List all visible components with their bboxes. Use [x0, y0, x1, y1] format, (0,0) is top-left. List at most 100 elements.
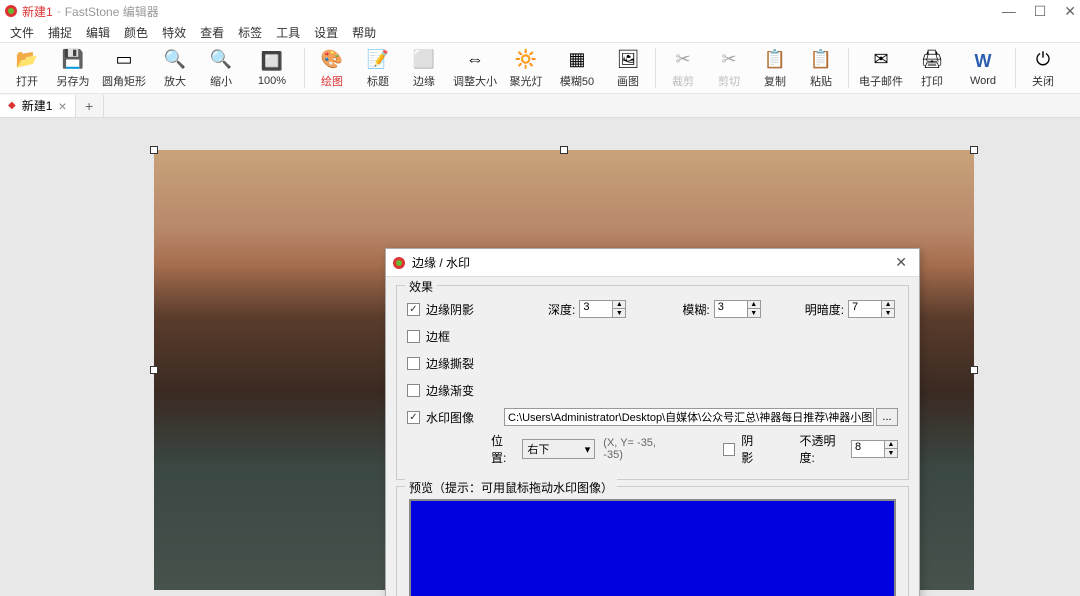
zoom-out-label: 缩小	[210, 73, 232, 89]
border-checkbox[interactable]	[407, 330, 420, 343]
spotlight-label: 聚光灯	[510, 73, 543, 89]
menu-帮助[interactable]: 帮助	[352, 24, 376, 41]
canvas[interactable]: 边缘 / 水印 ✕ 效果 ✓ 边缘阴影 深度: 3 ▲▼ 模糊: 3 ▲▼	[0, 118, 1080, 596]
depth-input[interactable]: 3	[579, 300, 613, 318]
app-icon	[4, 4, 18, 18]
resize-handle[interactable]	[560, 146, 568, 154]
menu-文件[interactable]: 文件	[10, 24, 34, 41]
menu-标签[interactable]: 标签	[238, 24, 262, 41]
toolbar-paint-button[interactable]: 🖼画图	[605, 44, 651, 92]
menu-查看[interactable]: 查看	[200, 24, 224, 41]
document-tab[interactable]: ◆ 新建1 ×	[0, 95, 76, 117]
tab-add-button[interactable]: +	[76, 95, 104, 117]
toolbar-copy-button[interactable]: 📋 复制	[752, 44, 798, 92]
dialog-icon	[392, 256, 406, 270]
resize-handle[interactable]	[150, 146, 158, 154]
brightness-up[interactable]: ▲	[882, 301, 894, 309]
xy-hint: (X, Y= -35, -35)	[603, 437, 673, 461]
email-label: 电子邮件	[859, 73, 903, 89]
preview-canvas[interactable]: 神	[409, 499, 896, 596]
toolbar-cut-button: ✂ 剪切	[706, 44, 752, 92]
toolbar-separator	[655, 48, 656, 88]
cut-icon: ✂	[717, 47, 741, 71]
blur-up[interactable]: ▲	[748, 301, 760, 309]
crop-icon: ✂	[671, 47, 695, 71]
word-icon: W	[971, 49, 995, 73]
app-name: FastStone 编辑器	[65, 3, 159, 20]
opacity-up[interactable]: ▲	[885, 441, 897, 449]
close-button[interactable]: ✕	[1064, 3, 1076, 20]
toolbar-zoom-in-button[interactable]: 🔍放大	[152, 44, 198, 92]
blur-down[interactable]: ▼	[748, 309, 760, 317]
rounded-rect-label: 圆角矩形	[102, 73, 146, 89]
resize-handle[interactable]	[150, 366, 158, 374]
preview-fieldset: 预览（提示：可用鼠标拖动水印图像） 神	[396, 486, 909, 596]
edge-shadow-label: 边缘阴影	[426, 301, 474, 318]
blur-label: 模糊:	[682, 301, 709, 318]
word-label: Word	[970, 75, 996, 87]
menu-工具[interactable]: 工具	[276, 24, 300, 41]
copy-icon: 📋	[763, 47, 787, 71]
watermark-path-input[interactable]: C:\Users\Administrator\Desktop\自媒体\公众号汇总…	[504, 408, 874, 426]
tear-checkbox[interactable]	[407, 357, 420, 370]
menu-编辑[interactable]: 编辑	[86, 24, 110, 41]
cut-label: 剪切	[718, 73, 740, 89]
toolbar-zoom-100-button[interactable]: 🔲100%	[244, 44, 300, 92]
tab-modified-icon: ◆	[8, 100, 16, 111]
toolbar-edge-button[interactable]: ⬜边缘	[401, 44, 447, 92]
spotlight-icon: 🔆	[514, 47, 538, 71]
edge-watermark-dialog: 边缘 / 水印 ✕ 效果 ✓ 边缘阴影 深度: 3 ▲▼ 模糊: 3 ▲▼	[385, 248, 920, 596]
shadow-checkbox[interactable]	[723, 443, 735, 456]
toolbar-email-button[interactable]: ✉电子邮件	[853, 44, 909, 92]
close-icon: ⏻	[1031, 47, 1055, 71]
watermark-checkbox[interactable]: ✓	[407, 411, 420, 424]
resize-handle[interactable]	[970, 366, 978, 374]
open-icon: 📂	[15, 47, 39, 71]
toolbar-separator	[1015, 48, 1016, 88]
preview-legend: 预览（提示：可用鼠标拖动水印图像）	[405, 479, 617, 496]
print-label: 打印	[921, 73, 943, 89]
toolbar-spotlight-button[interactable]: 🔆 聚光灯	[503, 44, 549, 92]
maximize-button[interactable]: ☐	[1034, 3, 1047, 20]
minimize-button[interactable]: —	[1002, 3, 1016, 20]
menu-设置[interactable]: 设置	[314, 24, 338, 41]
toolbar-rounded-rect-button[interactable]: ▭圆角矩形	[96, 44, 152, 92]
print-icon: 🖨	[920, 47, 944, 71]
paint-icon: 🖼	[616, 47, 640, 71]
brightness-label: 明暗度:	[805, 301, 844, 318]
tab-close-icon[interactable]: ×	[58, 98, 66, 114]
brightness-down[interactable]: ▼	[882, 309, 894, 317]
dialog-titlebar[interactable]: 边缘 / 水印 ✕	[386, 249, 919, 277]
toolbar-zoom-out-button[interactable]: 🔍缩小	[198, 44, 244, 92]
menu-颜色[interactable]: 颜色	[124, 24, 148, 41]
toolbar-resize-button[interactable]: ⇔调整大小	[447, 44, 503, 92]
tear-label: 边缘撕裂	[426, 355, 474, 372]
toolbar-word-button[interactable]: W Word	[955, 44, 1011, 92]
browse-button[interactable]: ...	[876, 408, 898, 426]
menu-捕捉[interactable]: 捕捉	[48, 24, 72, 41]
fade-checkbox[interactable]	[407, 384, 420, 397]
toolbar-draw-button[interactable]: 🎨绘图	[309, 44, 355, 92]
menu-特效[interactable]: 特效	[162, 24, 186, 41]
shadow-label: 阴影	[741, 432, 763, 466]
position-select[interactable]: 右下▾	[522, 439, 595, 459]
toolbar-save-as-button[interactable]: 💾另存为	[50, 44, 96, 92]
opacity-input[interactable]: 8	[851, 440, 885, 458]
blur-input[interactable]: 3	[714, 300, 748, 318]
resize-handle[interactable]	[970, 146, 978, 154]
depth-up[interactable]: ▲	[613, 301, 625, 309]
opacity-down[interactable]: ▼	[885, 449, 897, 457]
edge-shadow-checkbox[interactable]: ✓	[407, 303, 420, 316]
toolbar-open-button[interactable]: 📂打开	[4, 44, 50, 92]
toolbar-separator	[304, 48, 305, 88]
toolbar-close-button[interactable]: ⏻关闭	[1020, 44, 1066, 92]
edge-label: 边缘	[413, 73, 435, 89]
toolbar-caption-button[interactable]: 📝标题	[355, 44, 401, 92]
brightness-input[interactable]: 7	[848, 300, 882, 318]
copy-label: 复制	[764, 73, 786, 89]
toolbar-blur-button[interactable]: ▦模糊50	[549, 44, 605, 92]
depth-down[interactable]: ▼	[613, 309, 625, 317]
toolbar-print-button[interactable]: 🖨 打印	[909, 44, 955, 92]
dialog-close-button[interactable]: ✕	[889, 254, 913, 271]
toolbar-paste-button[interactable]: 📋粘贴	[798, 44, 844, 92]
